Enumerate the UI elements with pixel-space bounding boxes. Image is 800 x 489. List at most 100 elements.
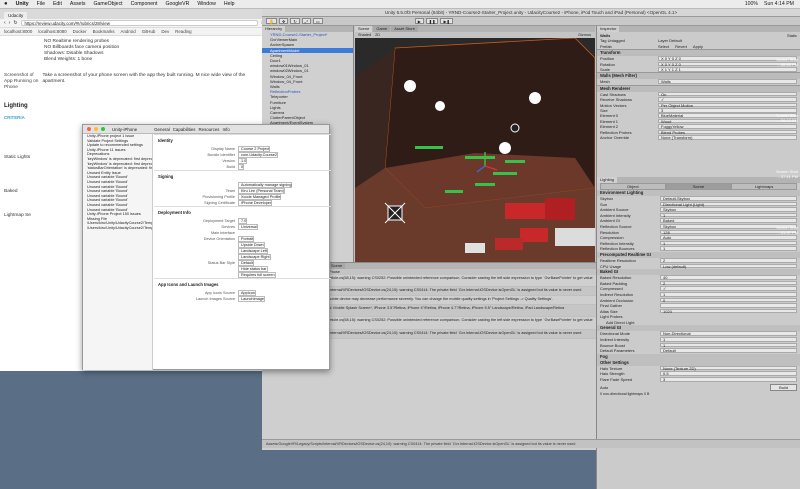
setting-field[interactable]: 0 [238,164,245,170]
identity-rows: Display Name Course 2 Project Bundle Ident… [154,146,331,170]
gizmos-dropdown[interactable]: Gizmos [578,33,595,37]
identity-header[interactable]: Identity [154,134,331,146]
transform-header[interactable]: Transform [597,49,800,57]
criterion-text: Take a screenshot of your phone screen w… [42,73,246,84]
menu-googlevr[interactable]: GoogleVR [165,1,189,7]
menu-help[interactable]: Help [224,1,235,7]
shading-mode-dropdown[interactable]: Shaded [358,33,371,37]
hand-tool-button[interactable]: ✋ [266,18,277,24]
bookmark-item[interactable]: localhost:8000 [4,29,32,34]
mesh-filter-header[interactable]: Walls (Mesh Filter) [597,72,800,80]
section-title: Lighting [4,103,28,109]
xcode-tab-resources[interactable]: Resources [198,127,219,132]
issue-item[interactable]: 'keyWindow' is deprecated: first depreca… [83,157,152,162]
browser-tabbar: Udacity [0,9,269,19]
menu-window[interactable]: Window [197,1,215,7]
unity-toolbar: ✋ ✥ ↻ ⤢ ▭ ▶ ❚❚ ▶❚ [262,17,800,26]
setting-field[interactable]: Requires full screen [238,272,276,278]
setting-value[interactable]: Requires full screen [238,272,331,278]
back-icon[interactable]: ‹ [4,20,6,26]
menu-component[interactable]: Component [131,1,158,7]
bookmark-item[interactable]: Reading [175,29,191,34]
tab-inspector[interactable]: Inspector [597,26,620,32]
layer-dropdown[interactable]: Default [669,38,682,43]
address-bar[interactable]: https://review.udacity.com/#!/rubrics/28… [20,20,258,26]
battery-percent[interactable]: 100% [745,1,758,7]
desktop-file[interactable]: Screen Shot ...36.12 PM [772,113,800,123]
prefab-select-button[interactable]: Select [658,44,669,49]
xcode-tab-info[interactable]: Info [222,127,229,132]
clock[interactable]: Sun 4:14 PM [764,1,794,7]
setting-label [154,272,238,278]
menu-gameobject[interactable]: GameObject [93,1,122,7]
criterion-label: Screenshot of App Running on Phone [4,73,39,90]
bookmark-item[interactable]: Dev [161,29,169,34]
app-icons-header[interactable]: App Icons and Launch Images [154,278,331,290]
precomputed-rows: Realtime Resolution 2 CPU Usage Low (defaul… [597,257,800,269]
scene-view[interactable]: Scene Game Asset Store Shaded 2D Gizmos [355,26,595,262]
bookmarks-bar: localhost:8000 localhost:8080 Docker Boo… [0,28,269,36]
tag-dropdown[interactable]: Untagged [608,38,625,43]
menu-edit[interactable]: Edit [53,1,62,7]
step-button[interactable]: ▶❚ [440,18,453,24]
desktop-files: Screen Shot ...35.55 PM Screen Shot ...3… [772,9,800,450]
setting-field[interactable]: iPhone Developer [238,200,273,206]
auto-checkbox[interactable]: Auto [600,385,608,390]
play-button[interactable]: ▶ [414,18,424,24]
bookmark-item[interactable]: Docker [73,29,87,34]
baked-rows: Baked Resolution 40 Baked Padding 2 Compress… [597,275,800,314]
mesh-renderer-fields: Cast Shadows On Receive Shadows ✓ Motion Vec… [597,91,800,141]
deployment-header[interactable]: Deployment Info [154,206,331,218]
xcode-scheme[interactable]: Unity-iPhone [112,127,137,132]
2d-toggle[interactable]: 2D [375,33,380,37]
browser-tab[interactable]: Udacity [4,12,28,19]
scale-tool-button[interactable]: ⤢ [301,18,311,24]
tab-scene[interactable]: Scene [355,26,373,32]
hierarchy-list: YRND-Course2-Starter_Project* GvrViewerMa… [262,32,353,126]
desktop-file[interactable]: Screen Shot ...41.37 PM [772,225,800,235]
prefab-revert-button[interactable]: Revert [675,44,687,49]
close-icon[interactable] [87,127,91,131]
lighting-tab-object[interactable]: Object [600,183,666,190]
menu-unity[interactable]: Unity [16,1,29,7]
unity-titlebar: Unity 5.5.0f3 Personal (64bit) - YRND-Co… [262,9,800,17]
desktop-file[interactable]: Screen Shot ...37.41 PM [772,169,800,179]
bookmark-item[interactable]: Android [121,29,136,34]
bookmark-item[interactable]: localhost:8080 [38,29,66,34]
lighting-tab-scene[interactable]: Scene [665,183,732,190]
reload-icon[interactable]: ↻ [13,20,17,26]
setting-row: Requires full screen [154,272,331,278]
unity-title: Unity 5.5.0f3 Personal (64bit) - YRND-Co… [384,10,678,15]
apple-icon[interactable]: ● [4,1,8,7]
setting-value[interactable]: 0 [238,164,331,170]
minimize-icon[interactable] [94,127,98,131]
xcode-tab-general[interactable]: General [154,127,170,132]
setting-value[interactable]: iPhone Developer [238,200,331,206]
setting-value[interactable]: LaunchImage [238,296,331,302]
pause-button[interactable]: ❚❚ [425,18,439,24]
tab-game[interactable]: Game [373,26,391,32]
forward-icon[interactable]: › [9,20,11,26]
desktop-file[interactable]: Screen Shot ...35.55 PM [772,57,800,67]
bookmark-item[interactable]: Bookmarks [93,29,115,34]
zoom-icon[interactable] [101,127,105,131]
rotate-tool-button[interactable]: ↻ [290,18,300,24]
criteria-header: CRITERIA [4,115,25,120]
mesh-renderer-header[interactable]: Mesh Renderer [597,84,800,92]
prefab-apply-button[interactable]: Apply [693,44,703,49]
signing-header[interactable]: Signing [154,170,331,182]
bookmark-item[interactable]: GitHub [142,29,156,34]
rect-tool-button[interactable]: ▭ [312,18,323,24]
issue-navigator: Unity-iPhone project 1 issue Validate Pro… [83,134,153,370]
xcode-tab-capabilities[interactable]: Capabilities [173,127,196,132]
menu-assets[interactable]: Assets [70,1,86,7]
move-tool-button[interactable]: ✥ [278,18,289,24]
issue-item[interactable]: /Users/kiru/Unity/UdacityCourse2/Temp/St… [83,226,152,231]
environment-rows: Skybox Default-Skybox Sun Directional Light… [597,196,800,252]
setting-row: Launch Images Source LaunchImage [154,296,331,302]
tab-asset-store[interactable]: Asset Store [391,26,418,32]
menu-file[interactable]: File [37,1,45,7]
project-settings: Identity Display Name Course 2 Project Bun… [154,134,331,370]
unity-window: Unity 5.5.0f3 Personal (64bit) - YRND-Co… [262,9,800,489]
setting-field[interactable]: LaunchImage [238,296,266,302]
